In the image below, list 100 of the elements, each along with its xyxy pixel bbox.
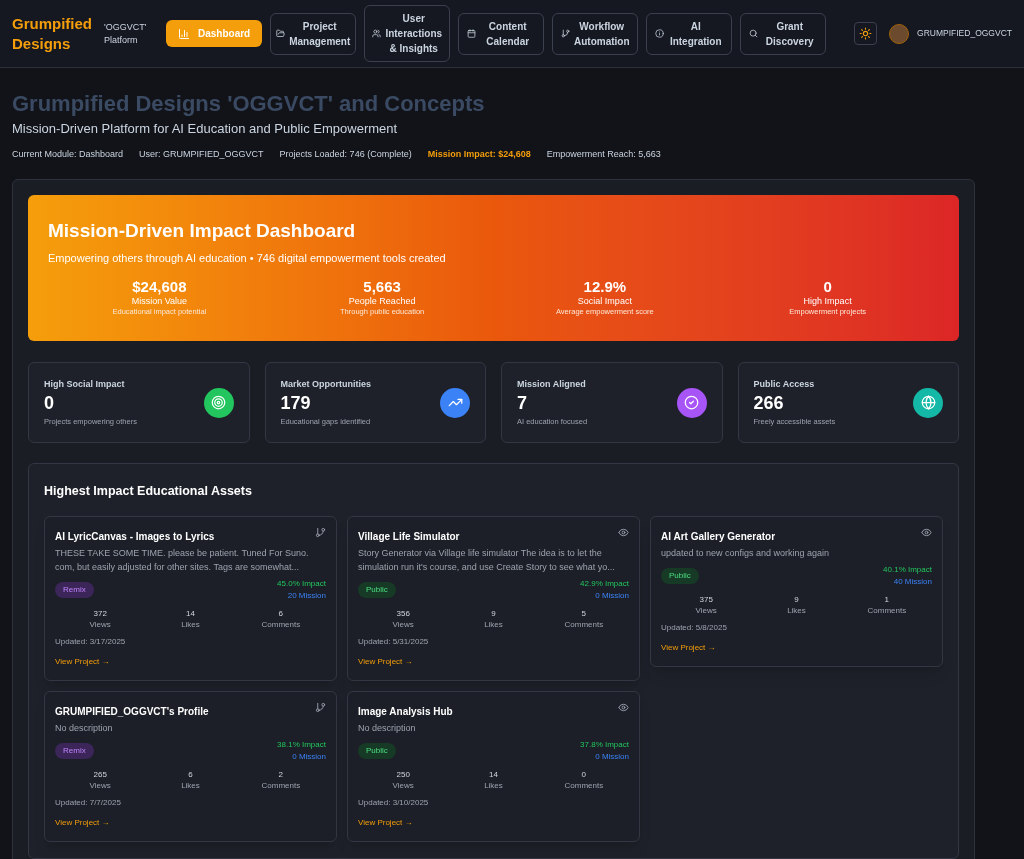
section-title: Highest Impact Educational Assets (44, 483, 253, 500)
mission-score: 0 Mission (595, 589, 629, 602)
page-subtitle: Mission-Driven Platform for AI Education and Public Empowerment (12, 120, 399, 138)
mission-score: 20 Mission (287, 589, 326, 602)
stat-value: 250 (396, 768, 410, 780)
stat-label: Comments (261, 779, 301, 791)
updated-date: Updated: 5/31/2025 (358, 635, 430, 648)
view-project-link[interactable]: View Project → (358, 655, 413, 668)
stat-value: 2 (278, 768, 284, 780)
metric-value: 5,663 (363, 278, 401, 296)
stat-card-label: High Social Impact (44, 378, 126, 392)
hero-title: Mission-Driven Impact Dashboard (48, 219, 357, 243)
tag: Public (358, 581, 396, 598)
stat-card-label: Public Access (753, 378, 816, 392)
target-icon (211, 395, 226, 410)
tag: Public (358, 742, 396, 759)
nav-tab[interactable]: User Interactions & Insights (364, 5, 451, 62)
brand-name: Grumpified Designs (12, 13, 93, 54)
user-name: GRUMPIFIED_OGGVCT (917, 27, 1012, 40)
stat-label: Likes (484, 618, 503, 630)
theme-toggle[interactable] (854, 22, 878, 45)
users-icon (372, 29, 382, 38)
calendar-icon (467, 29, 477, 38)
impact-score: 37.8% Impact (580, 738, 629, 751)
stat-value: 372 (93, 607, 107, 619)
view-project-link[interactable]: View Project → (661, 641, 716, 654)
nav-tab[interactable]: Project Management (270, 12, 357, 55)
branch-icon (315, 526, 326, 538)
globe-icon (920, 395, 936, 410)
project-title: GRUMPIFIED_OGGVCT's Profile (55, 704, 209, 719)
view-project-link[interactable]: View Project → (55, 816, 110, 829)
stat-label: Comments (867, 604, 907, 616)
hero-subtitle: Empowering others through AI education • 746 digital empowerment tools created (48, 250, 447, 266)
updated-date: Updated: 3/10/2025 (358, 796, 430, 809)
stat-value: 356 (396, 607, 410, 619)
metric-value: $24,608 (132, 278, 187, 296)
sun-icon (859, 27, 873, 40)
stat-label: Likes (181, 779, 200, 791)
view-project-link[interactable]: View Project → (358, 816, 413, 829)
project-description: No description (55, 721, 114, 735)
status-item: Mission Impact: $24,608 (427, 147, 531, 161)
stat-card-label: Mission Aligned (517, 378, 587, 392)
eye-icon (618, 526, 629, 538)
project-description: updated to new configs and working again (661, 546, 831, 560)
stat-label: Views (695, 604, 717, 616)
stat-value: 375 (699, 593, 713, 605)
branch-icon (315, 701, 326, 713)
stat-value: 9 (794, 593, 799, 605)
nav-tab[interactable]: Grant Discovery (740, 12, 827, 55)
info-icon (655, 29, 665, 38)
mission-score: 40 Mission (893, 575, 932, 588)
stat-label: Likes (181, 618, 200, 630)
status-item: User: GRUMPIFIED_OGGVCT (139, 147, 264, 161)
search-icon (749, 29, 759, 38)
view-project-link[interactable]: View Project → (55, 655, 110, 668)
stat-label: Views (392, 618, 414, 630)
stat-card-value: 0 (44, 391, 55, 414)
stat-value: 9 (491, 607, 496, 619)
impact-score: 40.1% Impact (883, 563, 932, 576)
project-title: AI Art Gallery Generator (661, 529, 776, 544)
status-item: Projects Loaded: 746 (Complete) (279, 147, 412, 161)
stat-card-value: 266 (753, 391, 785, 414)
mission-score: 0 Mission (595, 750, 629, 763)
avatar[interactable] (889, 23, 910, 44)
stat-label: Views (89, 779, 111, 791)
nav-tab[interactable]: Content Calendar (458, 12, 545, 55)
project-description: THESE TAKE SOME TIME. please be patient. Tuned For Suno. com, but easily adjusted for other sites. Tags are somewhat... (55, 546, 310, 574)
metric-label: Social Impact (577, 296, 632, 307)
stat-value: 14 (489, 768, 498, 780)
brand-tagline: 'OGGVCT' Platform (104, 20, 148, 47)
status-item: Current Module: Dashboard (12, 147, 124, 161)
updated-date: Updated: 7/7/2025 (55, 796, 122, 809)
project-title: Image Analysis Hub (358, 704, 453, 719)
stat-card-value: 7 (517, 391, 528, 414)
stat-label: Likes (484, 779, 503, 791)
stat-value: 1 (884, 593, 890, 605)
stat-card-value: 179 (280, 391, 312, 414)
eye-icon (618, 701, 629, 713)
bar-chart-icon (178, 27, 190, 40)
stat-label: Views (89, 618, 111, 630)
nav-tab[interactable]: Workflow Automation (552, 12, 639, 55)
metric-label: People Reached (348, 296, 416, 307)
project-title: AI LyricCanvas - Images to Lyrics (55, 529, 215, 544)
impact-score: 38.1% Impact (277, 738, 326, 751)
project-description: Story Generator via Village life simulator The idea is to let the simulation run it's course, and use Create Story to see what yo... (358, 546, 616, 574)
tag: Remix (55, 581, 94, 598)
stat-label: Views (392, 779, 414, 791)
stat-value: 6 (188, 768, 193, 780)
eye-icon (921, 526, 932, 538)
updated-date: Updated: 5/8/2025 (661, 621, 728, 634)
folder-icon (276, 29, 286, 38)
check-circle-icon (684, 395, 699, 410)
stat-label: Comments (564, 779, 604, 791)
impact-score: 42.9% Impact (580, 577, 629, 590)
stat-value: 6 (278, 607, 284, 619)
project-title: Village Life Simulator (358, 529, 460, 544)
updated-date: Updated: 3/17/2025 (55, 635, 127, 648)
metric-value: 12.9% (583, 278, 627, 296)
nav-tab[interactable]: AI Integration (646, 12, 733, 55)
metric-value: 0 (823, 278, 832, 296)
